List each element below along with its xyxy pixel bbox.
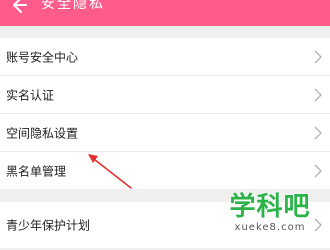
settings-item-blacklist[interactable]: 黑名单管理 xyxy=(0,152,330,189)
chevron-right-icon xyxy=(314,164,322,177)
chevron-right-icon xyxy=(314,88,322,101)
page-title: 安全隐私 xyxy=(41,0,105,12)
settings-item-label: 青少年保护计划 xyxy=(6,218,91,233)
settings-item-real-name[interactable]: 实名认证 xyxy=(0,76,330,114)
settings-item-label: 黑名单管理 xyxy=(6,164,67,178)
settings-list: 账号安全中心 实名认证 空间隐私设置 黑名单管理 xyxy=(0,38,330,189)
chevron-right-icon xyxy=(314,218,322,232)
settings-item-account-security[interactable]: 账号安全中心 xyxy=(0,38,330,76)
settings-item-youth-protection[interactable]: 青少年保护计划 xyxy=(0,202,330,248)
app-header: 安全隐私 xyxy=(0,0,330,26)
chevron-right-icon xyxy=(314,50,322,63)
back-arrow-icon[interactable] xyxy=(7,0,29,16)
settings-item-space-privacy[interactable]: 空间隐私设置 xyxy=(0,114,330,152)
settings-item-label: 空间隐私设置 xyxy=(6,126,79,140)
youth-protection-section: 青少年保护计划 xyxy=(0,202,330,248)
settings-item-label: 账号安全中心 xyxy=(6,50,79,64)
settings-item-label: 实名认证 xyxy=(6,88,55,102)
chevron-right-icon xyxy=(314,126,322,139)
